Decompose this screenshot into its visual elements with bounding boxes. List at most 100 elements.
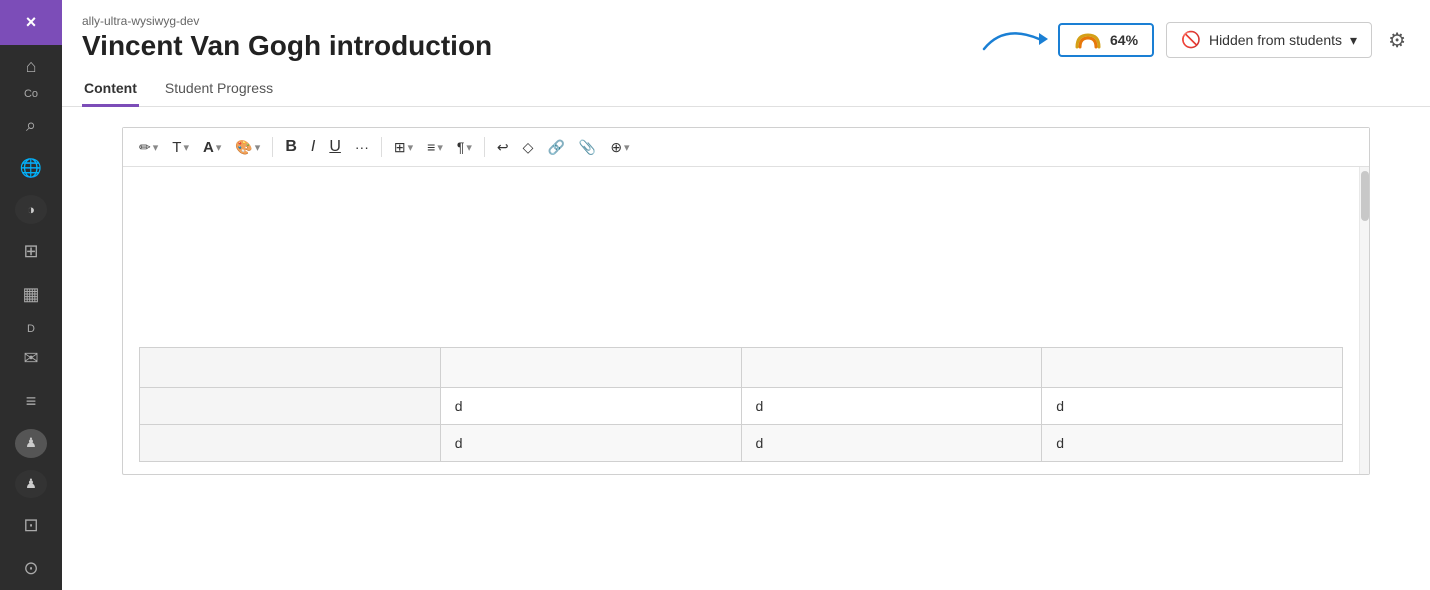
list-icon: ≡ [26,391,37,412]
toolbar-edit-button[interactable]: ✏ ▾ [133,135,164,160]
tab-student-progress[interactable]: Student Progress [163,72,275,107]
table-cell[interactable]: d [440,425,741,462]
person-icon: ♟ [25,435,37,451]
grid-icon: ⊞ [23,241,38,262]
page-header: ally-ultra-wysiwyg-dev Vincent Van Gogh … [62,0,1430,107]
insert-dropdown-arrow: ▾ [624,141,630,154]
sidebar-item-calendar[interactable]: ▦ [0,273,62,316]
close-icon: × [26,12,37,33]
toolbar-separator-2 [381,137,382,157]
italic-icon: I [311,138,315,156]
sidebar-item-globe[interactable]: 🌐 [0,147,62,190]
toolbar-separator-1 [272,137,273,157]
app-name: ally-ultra-wysiwyg-dev [82,14,492,28]
table-cell[interactable]: d [440,388,741,425]
color-icon: 🎨 [235,139,252,156]
toolbar-text-style-button[interactable]: T ▾ [166,135,195,160]
tag-icon: ◇ [523,139,534,156]
editor-wrapper: ✏ ▾ T ▾ A ▾ 🎨 ▾ B [62,107,1430,590]
table-cell[interactable]: d [741,388,1042,425]
editor-body: d d d d d d [123,167,1369,474]
toolbar-align-button[interactable]: ≡ ▾ [421,135,449,159]
toolbar-color-button[interactable]: 🎨 ▾ [229,135,266,160]
toolbar-attachment-button[interactable]: 📎 [573,135,602,160]
edit-icon: ✏ [139,139,151,156]
main-content: ally-ultra-wysiwyg-dev Vincent Van Gogh … [62,0,1430,590]
insert-icon: ⊕ [610,139,622,156]
search-icon: ⌕ [26,115,36,136]
table-cell[interactable]: d [741,425,1042,462]
table-dropdown-arrow: ▾ [408,141,414,154]
table-row: d d d [140,388,1343,425]
text-style-icon: T [172,139,181,156]
toolbar-table-button[interactable]: ⊞ ▾ [388,135,419,160]
mail-icon: ✉ [23,348,38,369]
toolbar-italic-button[interactable]: I [305,134,321,160]
align-dropdown-arrow: ▾ [437,141,443,154]
table-row [140,348,1343,388]
table-cell[interactable] [140,425,441,462]
edit-dropdown-arrow: ▾ [153,141,159,154]
clock-icon: ⊙ [23,558,38,579]
editor-container: ✏ ▾ T ▾ A ▾ 🎨 ▾ B [122,127,1370,475]
sidebar: × ⌂ Co ⌕ 🌐 ◑ ⊞ ▦ D ✉ ≡ ♟ ♟ ⊡ ⊙ [0,0,62,590]
arrow-indicator [974,19,1054,59]
ally-score-icon [1074,31,1102,49]
person2-icon: ♟ [25,476,37,492]
ally-score-button[interactable]: 64% [1058,23,1154,57]
toolbar-bold-button[interactable]: B [279,134,303,160]
table-cell[interactable] [440,348,741,388]
sidebar-label-co: Co [24,88,38,100]
toolbar-underline-button[interactable]: U [323,134,347,160]
scrollbar-thumb[interactable] [1361,171,1369,221]
paragraph-icon: ¶ [457,139,465,155]
color-dropdown-arrow: ▾ [255,141,261,154]
toolbar-undo-button[interactable]: ↩ [491,135,515,160]
visibility-button[interactable]: 🚫 Hidden from students ▾ [1166,22,1372,58]
toolbar-hyperlink-button[interactable]: 🔗 [541,135,570,160]
sidebar-item-user1[interactable]: ◑ [15,195,47,224]
toolbar-paragraph-button[interactable]: ¶ ▾ [451,135,478,159]
ally-score-value: 64% [1110,32,1138,48]
eye-slash-icon: 🚫 [1181,30,1201,50]
editor-scrollbar[interactable] [1359,167,1369,474]
sidebar-item-user3[interactable]: ♟ [15,470,47,499]
text-style-dropdown-arrow: ▾ [183,141,189,154]
home-icon: ⌂ [26,56,37,77]
settings-button[interactable]: ⚙ [1384,24,1410,57]
underline-icon: U [329,138,341,156]
attachment-icon: 📎 [579,139,596,156]
sidebar-item-grid[interactable]: ⊞ [0,230,62,273]
sidebar-item-search[interactable]: ⌕ [0,104,62,147]
table-cell[interactable]: d [1042,425,1343,462]
sidebar-item-clock[interactable]: ⊙ [0,547,62,590]
editor-blank-space [139,179,1343,339]
editor-editable-area[interactable]: d d d d d d [123,167,1359,474]
tab-content[interactable]: Content [82,72,139,107]
toolbar-font-size-button[interactable]: A ▾ [197,135,227,160]
editor-toolbar: ✏ ▾ T ▾ A ▾ 🎨 ▾ B [123,128,1369,167]
toolbar-more-button[interactable]: ··· [349,135,375,159]
table-cell[interactable] [140,348,441,388]
sidebar-item-user2[interactable]: ♟ [15,429,47,458]
sidebar-item-home[interactable]: ⌂ [0,45,62,88]
table-cell[interactable]: d [1042,388,1343,425]
table-cell[interactable] [1042,348,1343,388]
font-size-dropdown-arrow: ▾ [216,141,222,154]
align-icon: ≡ [427,139,435,155]
table-cell[interactable] [140,388,441,425]
hyperlink-icon: 🔗 [547,139,564,156]
visibility-dropdown-arrow: ▾ [1350,32,1357,49]
table-cell[interactable] [741,348,1042,388]
toolbar-tag-button[interactable]: ◇ [517,135,540,160]
toolbar-insert-button[interactable]: ⊕ ▾ [604,135,635,160]
sidebar-item-export[interactable]: ⊡ [0,504,62,547]
globe-icon: 🌐 [20,158,42,179]
toolbar-separator-3 [484,137,485,157]
table-icon: ⊞ [394,139,406,156]
export-icon: ⊡ [23,515,38,536]
undo-icon: ↩ [497,139,509,156]
sidebar-item-list[interactable]: ≡ [0,380,62,423]
close-panel-button[interactable]: × [0,0,62,45]
sidebar-item-mail[interactable]: ✉ [0,337,62,380]
